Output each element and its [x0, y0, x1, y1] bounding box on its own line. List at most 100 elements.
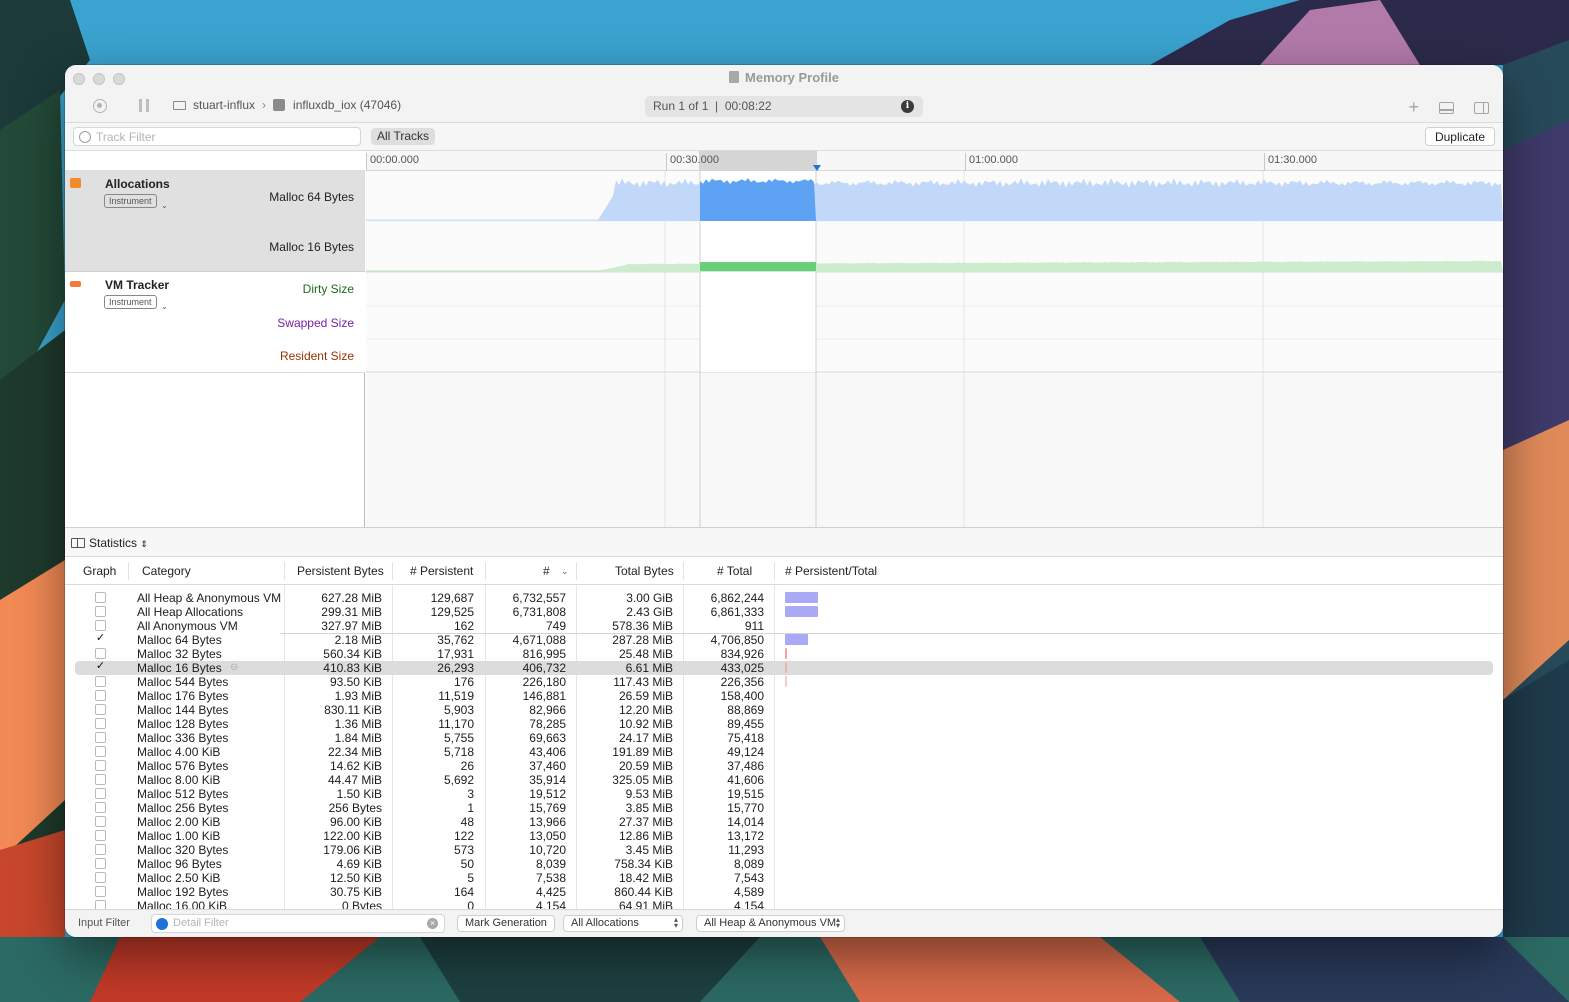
detail-view-selector[interactable]: Statistics ⇕ — [65, 527, 1503, 557]
column-header-n[interactable]: # — [543, 564, 550, 578]
table-row[interactable]: Malloc 16.00 KiB 0 Bytes 0 4,154 64.91 MiB 4,… — [65, 899, 1503, 909]
run-status[interactable]: Run 1 of 1 | 00:08:22 i — [645, 96, 923, 117]
table-row[interactable]: Malloc 176 Bytes 1.93 MiB 11,519 146,881 26.… — [65, 689, 1503, 703]
table-row[interactable]: Malloc 336 Bytes 1.84 MiB 5,755 69,663 24.17… — [65, 731, 1503, 745]
detail-filter-input[interactable]: Detail Filter × — [151, 914, 445, 933]
graph-checkbox[interactable] — [95, 746, 106, 757]
graph-checkbox[interactable] — [95, 830, 106, 841]
timeline-graph-svg[interactable] — [366, 171, 1503, 527]
target-machine[interactable]: stuart-influx — [193, 98, 255, 112]
table-row[interactable]: Malloc 192 Bytes 30.75 KiB 164 4,425 860.44 … — [65, 885, 1503, 899]
cell-persistent-bytes: 4.69 KiB — [336, 857, 382, 871]
toolbar-right: + — [1408, 97, 1489, 118]
graph-checkbox[interactable] — [95, 732, 106, 743]
mark-generation-button[interactable]: Mark Generation — [457, 915, 555, 932]
table-row[interactable]: Malloc 2.50 KiB 12.50 KiB 5 7,538 18.42 MiB 7… — [65, 871, 1503, 885]
cell-total-bytes: 18.42 MiB — [618, 871, 673, 885]
table-row[interactable]: All Heap & Anonymous VM 627.28 MiB 129,687… — [65, 591, 1503, 605]
statistics-table[interactable]: Graph Category Persistent Bytes # Persis… — [65, 557, 1503, 909]
graph-checkbox[interactable] — [95, 620, 106, 631]
graph-checkbox[interactable] — [95, 858, 106, 869]
graph-checkbox[interactable] — [95, 704, 106, 715]
table-row[interactable]: Malloc 96 Bytes 4.69 KiB 50 8,039 758.34 KiB… — [65, 857, 1503, 871]
allocation-scope-select[interactable]: All Heap & Anonymous VM ▴ ▾ — [696, 915, 845, 932]
timeline-graph[interactable] — [366, 171, 1503, 527]
record-button[interactable] — [93, 99, 107, 113]
column-header-persistent-total[interactable]: # Persistent/Total — [785, 564, 877, 578]
table-row[interactable]: Malloc 4.00 KiB 22.34 MiB 5,718 43,406 191.8… — [65, 745, 1503, 759]
table-row[interactable]: Malloc 512 Bytes 1.50 KiB 3 19,512 9.53 MiB 1… — [65, 787, 1503, 801]
statistics-label[interactable]: Statistics ⇕ — [89, 536, 148, 550]
cell-category: Malloc 1.00 KiB — [137, 829, 221, 843]
table-row[interactable]: ✓ Malloc 16 Bytes 410.83 KiB 26,293 406,732 6… — [65, 661, 1503, 675]
table-row[interactable]: Malloc 320 Bytes 179.06 KiB 573 10,720 3.45 … — [65, 843, 1503, 857]
graph-checkbox[interactable] — [95, 718, 106, 729]
graph-checkbox[interactable] — [95, 788, 106, 799]
graph-checkbox[interactable] — [95, 872, 106, 883]
add-instrument-icon[interactable]: + — [1408, 97, 1419, 118]
graph-checkbox[interactable]: ✓ — [95, 661, 106, 673]
duplicate-button[interactable]: Duplicate — [1424, 127, 1495, 146]
table-row[interactable]: Malloc 128 Bytes 1.36 MiB 11,170 78,285 10.9… — [65, 717, 1503, 731]
column-header-n-total[interactable]: # Total — [717, 564, 752, 578]
persistent-total-bar — [785, 648, 787, 659]
table-row[interactable]: Malloc 2.00 KiB 96.00 KiB 48 13,966 27.37 Mi… — [65, 815, 1503, 829]
table-row[interactable]: Malloc 8.00 KiB 44.47 MiB 5,692 35,914 325.0… — [65, 773, 1503, 787]
cell-category: Malloc 16 Bytes — [137, 661, 222, 675]
time-ruler[interactable]: 00:00.000 00:30.000 01:00.000 01:30.000 — [366, 151, 1503, 171]
graph-checkbox[interactable] — [95, 690, 106, 701]
table-row[interactable]: Malloc 256 Bytes 256 Bytes 1 15,769 3.85 MiB… — [65, 801, 1503, 815]
focus-arrow-icon[interactable]: ⊖ — [230, 661, 238, 675]
cell-n-persistent: 50 — [460, 857, 474, 871]
info-icon[interactable]: i — [901, 100, 914, 113]
table-row[interactable]: Malloc 144 Bytes 830.11 KiB 5,903 82,966 12.… — [65, 703, 1503, 717]
graph-checkbox[interactable] — [95, 648, 106, 659]
table-row[interactable]: Malloc 32 Bytes 560.34 KiB 17,931 816,995 25… — [65, 647, 1503, 661]
track-allocations[interactable]: Allocations Instrument ⌄ Malloc 64 Bytes… — [65, 171, 365, 272]
all-tracks-button[interactable]: All Tracks — [371, 128, 436, 145]
graph-checkbox[interactable] — [95, 676, 106, 687]
instrument-tag[interactable]: Instrument — [104, 194, 157, 208]
lane-label: Dirty Size — [302, 282, 354, 296]
table-row[interactable]: Malloc 576 Bytes 14.62 KiB 26 37,460 20.59 M… — [65, 759, 1503, 773]
graph-checkbox[interactable] — [95, 844, 106, 855]
group-separator — [280, 633, 1503, 634]
persistent-total-bar — [785, 606, 818, 617]
track-vm-tracker[interactable]: VM Tracker Instrument ⌄ Dirty Size Swapp… — [65, 272, 365, 373]
column-header-graph[interactable]: Graph — [83, 564, 116, 578]
graph-checkbox[interactable] — [95, 760, 106, 771]
selected-row-highlight — [75, 661, 1493, 675]
target-process[interactable]: influxdb_iox (47046) — [293, 98, 401, 112]
instrument-tag[interactable]: Instrument — [104, 295, 157, 309]
graph-checkbox[interactable] — [95, 592, 106, 603]
pause-button[interactable] — [139, 99, 149, 112]
cell-category: Malloc 176 Bytes — [137, 689, 229, 703]
cell-n: 69,663 — [529, 731, 566, 745]
graph-checkbox[interactable]: ✓ — [95, 633, 106, 645]
graph-checkbox[interactable] — [95, 606, 106, 617]
clear-icon[interactable]: × — [427, 918, 438, 929]
table-row[interactable]: Malloc 1.00 KiB 122.00 KiB 122 13,050 12.86 … — [65, 829, 1503, 843]
column-header-n-persistent[interactable]: # Persistent — [410, 564, 473, 578]
allocation-type-select[interactable]: All Allocations ▴ ▾ — [563, 915, 683, 932]
table-row[interactable]: All Anonymous VM 327.97 MiB 162 749 578.36 M… — [65, 619, 1503, 633]
table-row[interactable]: All Heap Allocations 299.31 MiB 129,525 6,7… — [65, 605, 1503, 619]
track-filter-input[interactable]: Track Filter — [73, 127, 361, 146]
column-header-category[interactable]: Category — [142, 564, 191, 578]
target-selector[interactable]: stuart-influx › influxdb_iox (47046) — [173, 98, 401, 112]
table-row[interactable]: Malloc 544 Bytes 93.50 KiB 176 226,180 117.4… — [65, 675, 1503, 689]
sort-descending-icon[interactable]: ⌄ — [561, 566, 569, 577]
toggle-inspector-icon[interactable] — [1474, 101, 1489, 114]
table-row[interactable]: ✓ Malloc 64 Bytes 2.18 MiB 35,762 4,671,088 2… — [65, 633, 1503, 647]
column-header-persistent-bytes[interactable]: Persistent Bytes — [297, 564, 384, 578]
detail-filter-placeholder: Detail Filter — [173, 917, 229, 929]
graph-checkbox[interactable] — [95, 900, 106, 909]
graph-checkbox[interactable] — [95, 802, 106, 813]
column-header-total-bytes[interactable]: Total Bytes — [615, 564, 674, 578]
toggle-detail-area-icon[interactable] — [1439, 101, 1454, 114]
graph-checkbox[interactable] — [95, 886, 106, 897]
graph-checkbox[interactable] — [95, 774, 106, 785]
graph-checkbox[interactable] — [95, 816, 106, 827]
cell-n-persistent: 573 — [453, 843, 474, 857]
cell-n-total: 7,543 — [733, 871, 764, 885]
